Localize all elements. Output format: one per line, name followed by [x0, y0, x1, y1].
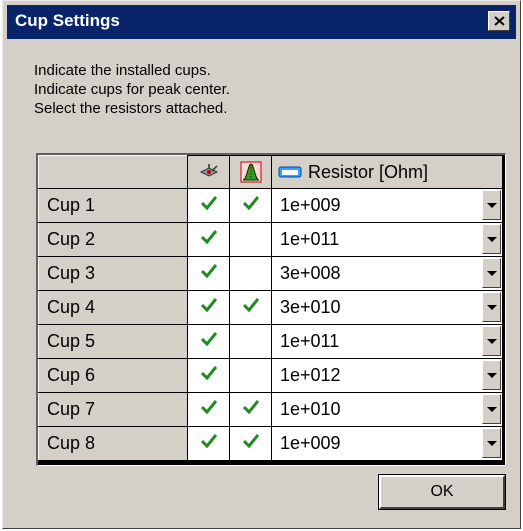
installed-checkbox[interactable]	[187, 256, 230, 291]
corner-header	[38, 155, 188, 189]
instruction-line: Select the resistors attached.	[34, 100, 228, 117]
check-icon	[200, 434, 217, 448]
peak-center-checkbox[interactable]	[229, 392, 272, 427]
check-icon	[242, 196, 259, 210]
instruction-line: Indicate the installed cups.	[34, 62, 211, 79]
dropdown-button[interactable]	[482, 326, 501, 356]
row-header[interactable]: Cup 8	[38, 426, 188, 461]
chevron-down-icon	[486, 338, 497, 344]
check-icon	[200, 332, 217, 346]
table-row: Cup 3 3e+008	[38, 256, 503, 291]
row-header[interactable]: Cup 4	[38, 290, 188, 325]
chevron-down-icon	[486, 270, 497, 276]
peak-center-checkbox[interactable]	[229, 426, 272, 461]
installed-checkbox[interactable]	[187, 290, 230, 325]
table-row: Cup 5 1e+011	[38, 324, 503, 359]
table-row: Cup 8 1e+009	[38, 426, 503, 461]
table-row: Cup 6 1e+012	[38, 358, 503, 393]
peak-center-checkbox[interactable]	[229, 358, 272, 393]
resistor-value: 3e+010	[280, 297, 341, 317]
resistor-select[interactable]: 1e+011	[271, 222, 503, 257]
resistor-value: 1e+011	[280, 229, 340, 249]
peak-center-checkbox[interactable]	[229, 222, 272, 257]
check-icon	[242, 298, 259, 312]
resistor-header[interactable]: Resistor [Ohm]	[271, 155, 503, 189]
dropdown-button[interactable]	[482, 394, 501, 424]
resistor-value: 1e+010	[280, 399, 341, 419]
check-icon	[200, 400, 217, 414]
resistor-select[interactable]: 1e+009	[271, 188, 503, 223]
peak-icon	[240, 161, 261, 183]
chevron-down-icon	[486, 406, 497, 412]
instructions: Indicate the installed cups. Indicate cu…	[34, 61, 230, 118]
peak-center-checkbox[interactable]	[229, 188, 272, 223]
table-row: Cup 4 3e+010	[38, 290, 503, 325]
chevron-down-icon	[486, 304, 497, 310]
title-bar[interactable]: Cup Settings	[7, 5, 516, 39]
resistor-value: 1e+011	[280, 331, 340, 351]
resistor-header-label: Resistor [Ohm]	[308, 161, 429, 182]
close-button[interactable]	[488, 11, 510, 31]
chevron-down-icon	[486, 372, 497, 378]
installed-checkbox[interactable]	[187, 392, 230, 427]
table-row: Cup 1 1e+009	[38, 188, 503, 223]
ok-button[interactable]: OK	[378, 474, 506, 510]
peak-center-checkbox[interactable]	[229, 290, 272, 325]
resistor-select[interactable]: 3e+010	[271, 290, 503, 325]
installed-checkbox[interactable]	[187, 358, 230, 393]
check-icon	[200, 366, 217, 380]
resistor-select[interactable]: 1e+010	[271, 392, 503, 427]
cup-settings-dialog: Cup Settings Indicate the installed cups…	[2, 0, 521, 529]
peak-center-header[interactable]	[229, 155, 272, 189]
resistor-select[interactable]: 1e+012	[271, 358, 503, 393]
peak-center-checkbox[interactable]	[229, 256, 272, 291]
chevron-down-icon	[486, 440, 497, 446]
check-icon	[242, 400, 259, 414]
check-icon	[242, 434, 259, 448]
close-icon	[493, 16, 505, 26]
check-icon	[200, 230, 217, 244]
resistor-select[interactable]: 1e+011	[271, 324, 503, 359]
installed-checkbox[interactable]	[187, 324, 230, 359]
row-header[interactable]: Cup 3	[38, 256, 188, 291]
resistor-value: 3e+008	[280, 263, 341, 283]
check-icon	[200, 264, 217, 278]
detector-icon	[199, 164, 218, 177]
cup-table: Resistor [Ohm] Cup 1 1e+009 Cup 2 1e+011 Cup…	[38, 155, 503, 461]
installed-header[interactable]	[187, 155, 230, 189]
dropdown-button[interactable]	[482, 360, 501, 390]
dropdown-button[interactable]	[482, 258, 501, 288]
dropdown-button[interactable]	[482, 190, 501, 220]
installed-checkbox[interactable]	[187, 426, 230, 461]
row-header[interactable]: Cup 1	[38, 188, 188, 223]
window-title: Cup Settings	[15, 11, 120, 30]
row-header[interactable]: Cup 2	[38, 222, 188, 257]
resistor-value: 1e+009	[280, 195, 341, 215]
row-header[interactable]: Cup 5	[38, 324, 188, 359]
resistor-value: 1e+009	[280, 433, 341, 453]
dropdown-button[interactable]	[482, 224, 501, 254]
installed-checkbox[interactable]	[187, 222, 230, 257]
resistor-value: 1e+012	[280, 365, 341, 385]
peak-center-checkbox[interactable]	[229, 324, 272, 359]
resistor-select[interactable]: 3e+008	[271, 256, 503, 291]
row-header[interactable]: Cup 7	[38, 392, 188, 427]
resistor-select[interactable]: 1e+009	[271, 426, 503, 461]
dropdown-button[interactable]	[482, 292, 501, 322]
cup-grid: Resistor [Ohm] Cup 1 1e+009 Cup 2 1e+011 Cup…	[36, 153, 506, 466]
chevron-down-icon	[486, 202, 497, 208]
check-icon	[200, 196, 217, 210]
installed-checkbox[interactable]	[187, 188, 230, 223]
check-icon	[200, 298, 217, 312]
header-row: Resistor [Ohm]	[38, 155, 503, 189]
chevron-down-icon	[486, 236, 497, 242]
instruction-line: Indicate cups for peak center.	[34, 81, 230, 98]
table-row: Cup 2 1e+011	[38, 222, 503, 257]
row-header[interactable]: Cup 6	[38, 358, 188, 393]
table-row: Cup 7 1e+010	[38, 392, 503, 427]
resistor-icon	[278, 166, 302, 178]
dropdown-button[interactable]	[482, 428, 501, 458]
